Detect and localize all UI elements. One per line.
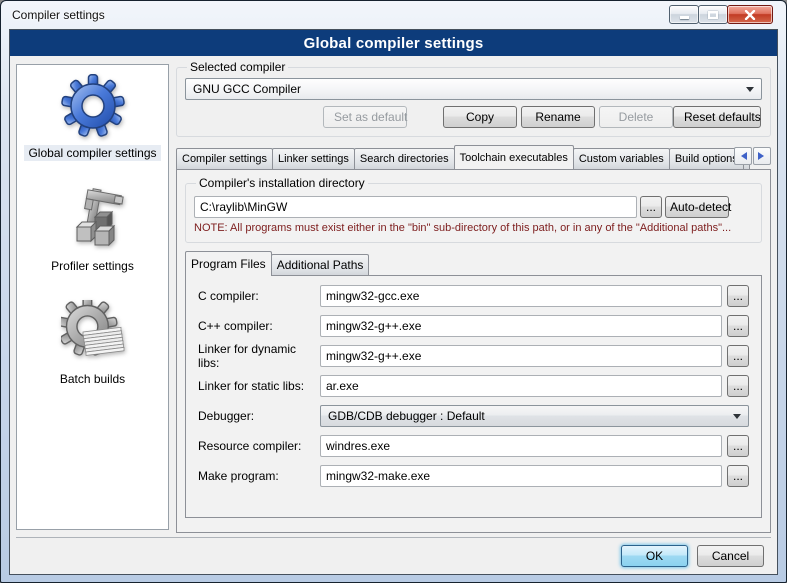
settings-tab-bar: Compiler settings Linker settings Search… bbox=[176, 144, 771, 169]
auto-detect-button[interactable]: Auto-detect bbox=[665, 196, 729, 218]
toolchain-executables-panel: Compiler's installation directory ... Au… bbox=[176, 169, 771, 533]
sidebar-item-global-compiler-settings[interactable]: Global compiler settings bbox=[17, 74, 168, 161]
sidebar-item-label: Global compiler settings bbox=[24, 145, 160, 161]
copy-button[interactable]: Copy bbox=[443, 106, 517, 128]
cpp-compiler-input[interactable] bbox=[320, 315, 722, 337]
c-compiler-input[interactable] bbox=[320, 285, 722, 307]
field-label: Make program: bbox=[198, 469, 320, 483]
dialog-footer: OK Cancel bbox=[16, 537, 771, 574]
selected-compiler-select[interactable]: GNU GCC Compiler bbox=[185, 78, 762, 100]
sidebar-item-label: Profiler settings bbox=[47, 258, 138, 274]
tab-scroll-left-button[interactable] bbox=[734, 147, 752, 165]
browse-make-program-button[interactable]: ... bbox=[727, 465, 749, 487]
ok-button[interactable]: OK bbox=[621, 545, 688, 567]
form-row-cpp-compiler: C++ compiler: ... bbox=[198, 315, 749, 337]
program-paths-tab-bar: Program Files Additional Paths bbox=[185, 251, 762, 275]
installation-directory-note: NOTE: All programs must exist either in … bbox=[194, 222, 753, 234]
field-label: C compiler: bbox=[198, 289, 320, 303]
selected-compiler-group: Selected compiler GNU GCC Compiler Set a… bbox=[176, 60, 771, 137]
maximize-button[interactable] bbox=[698, 5, 728, 24]
caliper-cubes-icon bbox=[61, 187, 125, 251]
minimize-icon bbox=[680, 16, 689, 19]
tab-linker-settings[interactable]: Linker settings bbox=[272, 148, 355, 169]
form-row-linker-dynamic: Linker for dynamic libs: ... bbox=[198, 345, 749, 367]
tab-compiler-settings[interactable]: Compiler settings bbox=[176, 148, 273, 169]
blue-gear-icon bbox=[61, 74, 125, 138]
program-files-panel: C compiler: ... C++ compiler: ... Linker… bbox=[185, 275, 762, 518]
make-program-input[interactable] bbox=[320, 465, 722, 487]
tab-toolchain-executables[interactable]: Toolchain executables bbox=[454, 145, 574, 169]
close-icon bbox=[744, 10, 756, 20]
cancel-button[interactable]: Cancel bbox=[697, 545, 764, 567]
rename-button[interactable]: Rename bbox=[521, 106, 595, 128]
dialog-client-area: Global compiler settings Global compiler… bbox=[9, 29, 778, 575]
compiler-settings-window: Compiler settings Global compiler settin… bbox=[0, 0, 787, 583]
form-row-make-program: Make program: ... bbox=[198, 465, 749, 487]
tab-custom-variables[interactable]: Custom variables bbox=[573, 148, 670, 169]
tab-additional-paths[interactable]: Additional Paths bbox=[271, 254, 370, 275]
installation-directory-group: Compiler's installation directory ... Au… bbox=[185, 176, 762, 243]
close-button[interactable] bbox=[727, 5, 773, 24]
field-label: C++ compiler: bbox=[198, 319, 320, 333]
installation-directory-group-label: Compiler's installation directory bbox=[196, 176, 368, 190]
selected-compiler-value: GNU GCC Compiler bbox=[193, 82, 746, 96]
title-bar[interactable]: Compiler settings bbox=[1, 1, 786, 29]
main-panel: Selected compiler GNU GCC Compiler Set a… bbox=[176, 60, 771, 533]
chevron-down-icon bbox=[746, 87, 754, 96]
page-title: Global compiler settings bbox=[10, 30, 777, 56]
form-row-resource-compiler: Resource compiler: ... bbox=[198, 435, 749, 457]
tab-search-directories[interactable]: Search directories bbox=[354, 148, 455, 169]
linker-static-input[interactable] bbox=[320, 375, 722, 397]
field-label: Linker for static libs: bbox=[198, 379, 320, 393]
field-label: Debugger: bbox=[198, 409, 320, 423]
field-label: Linker for dynamic libs: bbox=[198, 342, 320, 370]
browse-resource-compiler-button[interactable]: ... bbox=[727, 435, 749, 457]
arrow-left-icon bbox=[737, 152, 747, 160]
browse-linker-static-button[interactable]: ... bbox=[727, 375, 749, 397]
form-row-linker-static: Linker for static libs: ... bbox=[198, 375, 749, 397]
tab-program-files[interactable]: Program Files bbox=[185, 251, 272, 276]
gray-gear-stack-icon bbox=[61, 300, 125, 364]
minimize-button[interactable] bbox=[669, 5, 699, 24]
field-label: Resource compiler: bbox=[198, 439, 320, 453]
maximize-icon bbox=[708, 11, 718, 19]
debugger-value: GDB/CDB debugger : Default bbox=[328, 409, 733, 423]
delete-button: Delete bbox=[599, 106, 673, 128]
form-row-debugger: Debugger: GDB/CDB debugger : Default bbox=[198, 405, 749, 427]
reset-defaults-button[interactable]: Reset defaults bbox=[673, 106, 761, 128]
sidebar-item-label: Batch builds bbox=[56, 371, 129, 387]
form-row-c-compiler: C compiler: ... bbox=[198, 285, 749, 307]
selected-compiler-group-label: Selected compiler bbox=[187, 60, 288, 74]
browse-c-compiler-button[interactable]: ... bbox=[727, 285, 749, 307]
arrow-right-icon bbox=[758, 152, 768, 160]
sidebar-item-profiler-settings[interactable]: Profiler settings bbox=[17, 187, 168, 274]
set-as-default-button: Set as default bbox=[323, 106, 407, 128]
tab-scroll-right-button[interactable] bbox=[753, 147, 771, 165]
window-title: Compiler settings bbox=[12, 8, 105, 22]
browse-linker-dynamic-button[interactable]: ... bbox=[727, 345, 749, 367]
debugger-select[interactable]: GDB/CDB debugger : Default bbox=[320, 405, 749, 427]
resource-compiler-input[interactable] bbox=[320, 435, 722, 457]
chevron-down-icon bbox=[733, 414, 741, 423]
linker-dynamic-input[interactable] bbox=[320, 345, 722, 367]
sidebar-item-batch-builds[interactable]: Batch builds bbox=[17, 300, 168, 387]
settings-category-list: Global compiler settings bbox=[16, 64, 169, 530]
browse-directory-button[interactable]: ... bbox=[640, 196, 662, 218]
installation-directory-input[interactable] bbox=[194, 196, 637, 218]
browse-cpp-compiler-button[interactable]: ... bbox=[727, 315, 749, 337]
